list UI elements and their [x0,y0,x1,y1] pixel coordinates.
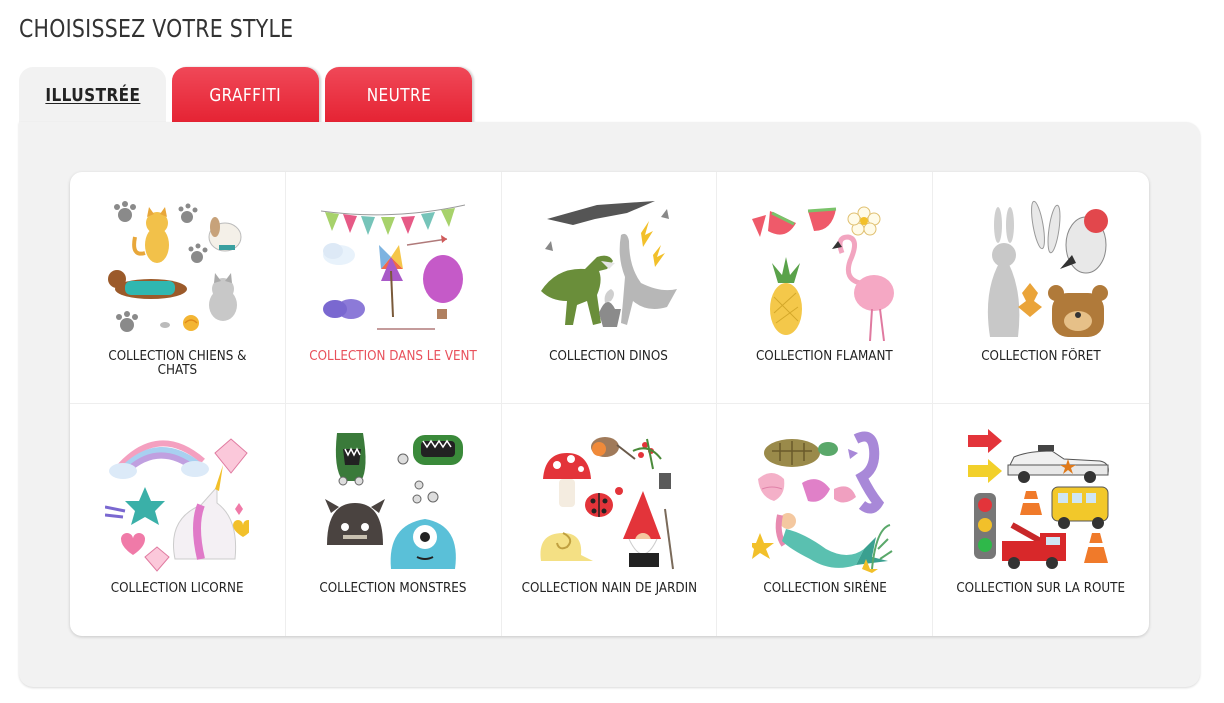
collection-card-licorne[interactable]: COLLECTION LICORNE [70,404,286,636]
tab-illustree[interactable]: ILLUSTRÉE [19,67,166,123]
collection-card-flamant[interactable]: COLLECTION FLAMANT [717,172,934,404]
tab-neutre[interactable]: NEUTRE [325,67,472,123]
collection-label: COLLECTION MONSTRES [319,581,467,596]
mermaid-icon[interactable] [752,429,896,573]
vehicles-icon[interactable] [968,429,1112,573]
tab-graffiti-label: GRAFFITI [209,84,282,106]
collection-label: COLLECTION FLAMANT [756,349,894,364]
collection-card-nain-de-jardin[interactable]: COLLECTION NAIN DE JARDIN [502,404,718,636]
collection-card-dans-le-vent[interactable]: COLLECTION DANS LE VENT [285,172,502,404]
pinwheel-balloon-icon[interactable] [320,197,465,341]
collection-label: COLLECTION FÔRET [981,349,1101,364]
tab-illustree-label: ILLUSTRÉE [44,84,141,106]
monster-icon[interactable] [321,429,465,573]
collection-label: COLLECTION SIRÈNE [763,581,887,596]
collection-label: COLLECTION NAIN DE JARDIN [521,581,697,596]
collection-label: COLLECTION LICORNE [111,581,244,596]
tab-panel: COLLECTION CHIENS & CHATS COLLECTION DAN… [19,122,1200,687]
forest-animals-icon[interactable] [968,197,1112,341]
flamingo-icon[interactable] [752,197,896,341]
collection-label: COLLECTION DINOS [549,349,669,364]
tab-neutre-label: NEUTRE [366,84,431,106]
collection-card-sirene[interactable]: COLLECTION SIRÈNE [717,404,934,636]
unicorn-icon[interactable] [105,429,249,573]
collection-card-monstres[interactable]: COLLECTION MONSTRES [286,404,502,636]
collection-card-dinos[interactable]: COLLECTION DINOS [501,172,718,404]
collection-card-foret[interactable]: COLLECTION FÔRET [933,172,1149,404]
dinosaur-icon[interactable] [537,197,681,341]
cat-dog-icon[interactable] [105,197,249,341]
garden-gnome-icon[interactable] [537,429,681,573]
collection-card-chiens-chats[interactable]: COLLECTION CHIENS & CHATS [70,172,286,404]
collection-label: COLLECTION DANS LE VENT [309,349,477,364]
collection-grid: COLLECTION CHIENS & CHATS COLLECTION DAN… [70,172,1149,636]
page-title: CHOISISSEZ VOTRE STYLE [19,14,294,43]
collection-label: COLLECTION CHIENS & CHATS [108,349,247,378]
collection-label: COLLECTION SUR LA ROUTE [956,581,1126,596]
collection-card-sur-la-route[interactable]: COLLECTION SUR LA ROUTE [933,404,1149,636]
tab-graffiti[interactable]: GRAFFITI [172,67,319,123]
